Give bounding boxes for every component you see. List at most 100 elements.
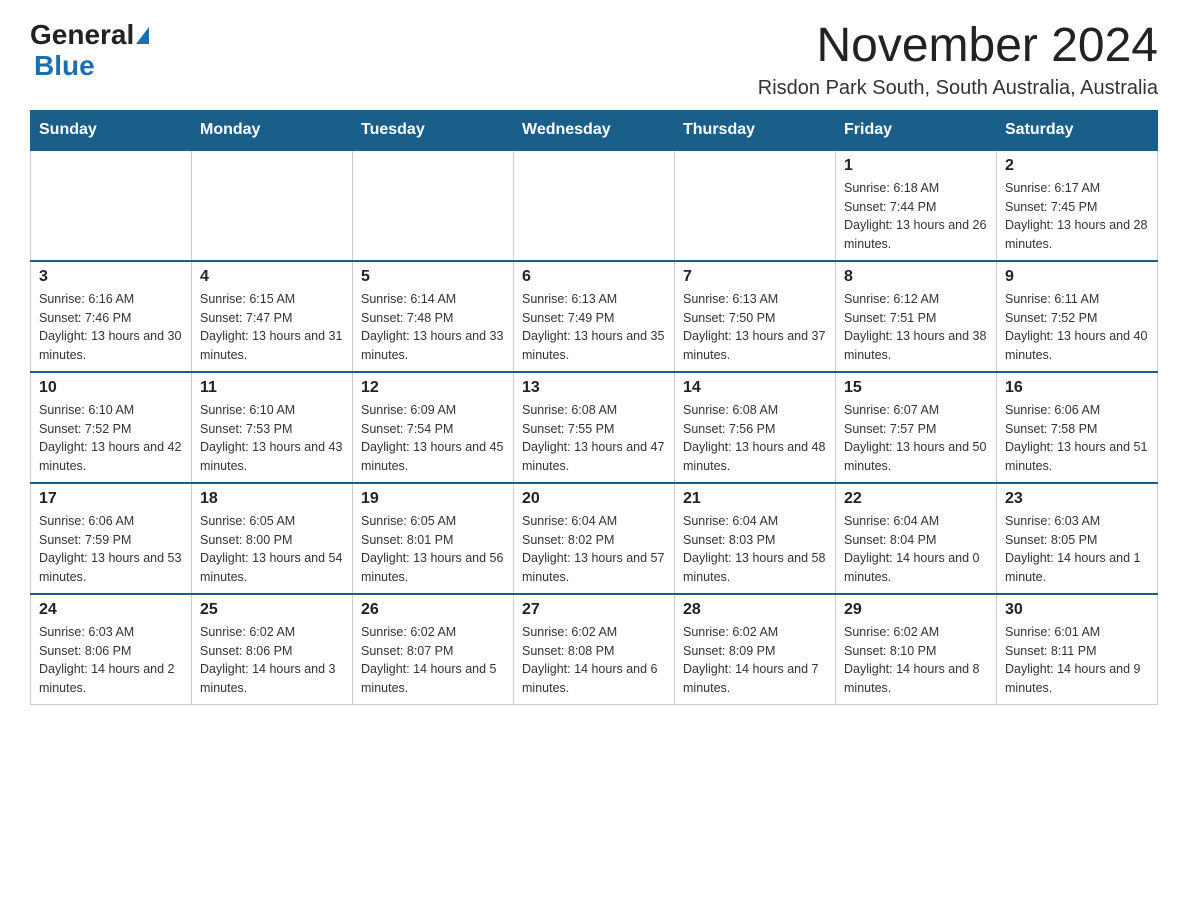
day-info: Sunrise: 6:06 AM Sunset: 7:59 PM Dayligh… — [39, 512, 183, 587]
calendar-column-header: Monday — [192, 110, 353, 150]
day-number: 15 — [844, 379, 988, 397]
calendar-week-row: 1 Sunrise: 6:18 AM Sunset: 7:44 PM Daylig… — [31, 150, 1158, 261]
calendar-day-cell: 20 Sunrise: 6:04 AM Sunset: 8:02 PM Dayli… — [514, 483, 675, 594]
day-info: Sunrise: 6:15 AM Sunset: 7:47 PM Dayligh… — [200, 290, 344, 365]
logo-triangle-icon — [136, 27, 149, 44]
day-number: 1 — [844, 157, 988, 175]
day-info: Sunrise: 6:09 AM Sunset: 7:54 PM Dayligh… — [361, 401, 505, 476]
day-info: Sunrise: 6:02 AM Sunset: 8:07 PM Dayligh… — [361, 623, 505, 698]
day-info: Sunrise: 6:08 AM Sunset: 7:56 PM Dayligh… — [683, 401, 827, 476]
calendar-column-header: Tuesday — [353, 110, 514, 150]
calendar-table: SundayMondayTuesdayWednesdayThursdayFrid… — [30, 110, 1158, 705]
day-info: Sunrise: 6:05 AM Sunset: 8:00 PM Dayligh… — [200, 512, 344, 587]
day-info: Sunrise: 6:02 AM Sunset: 8:09 PM Dayligh… — [683, 623, 827, 698]
day-info: Sunrise: 6:02 AM Sunset: 8:06 PM Dayligh… — [200, 623, 344, 698]
calendar-day-cell: 17 Sunrise: 6:06 AM Sunset: 7:59 PM Dayli… — [31, 483, 192, 594]
calendar-day-cell: 23 Sunrise: 6:03 AM Sunset: 8:05 PM Dayli… — [997, 483, 1158, 594]
calendar-day-cell: 24 Sunrise: 6:03 AM Sunset: 8:06 PM Dayli… — [31, 594, 192, 705]
month-title: November 2024 — [758, 20, 1158, 73]
calendar-day-cell: 2Sunrise: 6:17 AM Sunset: 7:45 PM Daylig… — [997, 150, 1158, 261]
calendar-day-cell: 28 Sunrise: 6:02 AM Sunset: 8:09 PM Dayli… — [675, 594, 836, 705]
calendar-week-row: 3 Sunrise: 6:16 AM Sunset: 7:46 PM Daylig… — [31, 261, 1158, 372]
day-info: Sunrise: 6:12 AM Sunset: 7:51 PM Dayligh… — [844, 290, 988, 365]
day-info: Sunrise: 6:18 AM Sunset: 7:44 PM Dayligh… — [844, 179, 988, 254]
calendar-day-cell: 19Sunrise: 6:05 AM Sunset: 8:01 PM Dayli… — [353, 483, 514, 594]
calendar-day-cell: 22Sunrise: 6:04 AM Sunset: 8:04 PM Dayli… — [836, 483, 997, 594]
day-info: Sunrise: 6:04 AM Sunset: 8:04 PM Dayligh… — [844, 512, 988, 587]
calendar-day-cell: 3 Sunrise: 6:16 AM Sunset: 7:46 PM Daylig… — [31, 261, 192, 372]
day-number: 5 — [361, 268, 505, 286]
day-number: 18 — [200, 490, 344, 508]
logo-blue-text: Blue — [30, 51, 149, 82]
calendar-column-header: Friday — [836, 110, 997, 150]
day-info: Sunrise: 6:16 AM Sunset: 7:46 PM Dayligh… — [39, 290, 183, 365]
calendar-column-header: Sunday — [31, 110, 192, 150]
calendar-day-cell: 4Sunrise: 6:15 AM Sunset: 7:47 PM Daylig… — [192, 261, 353, 372]
day-number: 25 — [200, 601, 344, 619]
calendar-day-cell: 14 Sunrise: 6:08 AM Sunset: 7:56 PM Dayli… — [675, 372, 836, 483]
calendar-day-cell — [31, 150, 192, 261]
calendar-day-cell: 16Sunrise: 6:06 AM Sunset: 7:58 PM Dayli… — [997, 372, 1158, 483]
calendar-day-cell: 21Sunrise: 6:04 AM Sunset: 8:03 PM Dayli… — [675, 483, 836, 594]
day-number: 7 — [683, 268, 827, 286]
logo-general-text: General — [30, 20, 134, 51]
calendar-day-cell: 5Sunrise: 6:14 AM Sunset: 7:48 PM Daylig… — [353, 261, 514, 372]
calendar-day-cell — [514, 150, 675, 261]
title-area: November 2024 Risdon Park South, South A… — [758, 20, 1158, 100]
calendar-day-cell: 18 Sunrise: 6:05 AM Sunset: 8:00 PM Dayli… — [192, 483, 353, 594]
day-info: Sunrise: 6:13 AM Sunset: 7:49 PM Dayligh… — [522, 290, 666, 365]
calendar-week-row: 17 Sunrise: 6:06 AM Sunset: 7:59 PM Dayli… — [31, 483, 1158, 594]
day-info: Sunrise: 6:10 AM Sunset: 7:52 PM Dayligh… — [39, 401, 183, 476]
day-info: Sunrise: 6:13 AM Sunset: 7:50 PM Dayligh… — [683, 290, 827, 365]
day-number: 9 — [1005, 268, 1149, 286]
page-header: General Blue November 2024 Risdon Park S… — [30, 20, 1158, 100]
calendar-day-cell: 13Sunrise: 6:08 AM Sunset: 7:55 PM Dayli… — [514, 372, 675, 483]
day-info: Sunrise: 6:03 AM Sunset: 8:06 PM Dayligh… — [39, 623, 183, 698]
calendar-day-cell — [353, 150, 514, 261]
day-number: 29 — [844, 601, 988, 619]
calendar-day-cell: 11Sunrise: 6:10 AM Sunset: 7:53 PM Dayli… — [192, 372, 353, 483]
day-number: 14 — [683, 379, 827, 397]
day-number: 27 — [522, 601, 666, 619]
day-number: 17 — [39, 490, 183, 508]
day-number: 30 — [1005, 601, 1149, 619]
calendar-day-cell: 9 Sunrise: 6:11 AM Sunset: 7:52 PM Daylig… — [997, 261, 1158, 372]
day-info: Sunrise: 6:11 AM Sunset: 7:52 PM Dayligh… — [1005, 290, 1149, 365]
day-number: 3 — [39, 268, 183, 286]
day-info: Sunrise: 6:17 AM Sunset: 7:45 PM Dayligh… — [1005, 179, 1149, 254]
calendar-day-cell: 27 Sunrise: 6:02 AM Sunset: 8:08 PM Dayli… — [514, 594, 675, 705]
day-number: 12 — [361, 379, 505, 397]
day-info: Sunrise: 6:08 AM Sunset: 7:55 PM Dayligh… — [522, 401, 666, 476]
day-number: 19 — [361, 490, 505, 508]
calendar-week-row: 10 Sunrise: 6:10 AM Sunset: 7:52 PM Dayli… — [31, 372, 1158, 483]
day-number: 28 — [683, 601, 827, 619]
location-subtitle: Risdon Park South, South Australia, Aust… — [758, 77, 1158, 100]
day-number: 8 — [844, 268, 988, 286]
calendar-day-cell: 29 Sunrise: 6:02 AM Sunset: 8:10 PM Dayli… — [836, 594, 997, 705]
day-info: Sunrise: 6:04 AM Sunset: 8:02 PM Dayligh… — [522, 512, 666, 587]
calendar-week-row: 24 Sunrise: 6:03 AM Sunset: 8:06 PM Dayli… — [31, 594, 1158, 705]
calendar-day-cell: 30 Sunrise: 6:01 AM Sunset: 8:11 PM Dayli… — [997, 594, 1158, 705]
calendar-day-cell: 1 Sunrise: 6:18 AM Sunset: 7:44 PM Daylig… — [836, 150, 997, 261]
calendar-day-cell: 7 Sunrise: 6:13 AM Sunset: 7:50 PM Daylig… — [675, 261, 836, 372]
day-info: Sunrise: 6:02 AM Sunset: 8:08 PM Dayligh… — [522, 623, 666, 698]
day-info: Sunrise: 6:02 AM Sunset: 8:10 PM Dayligh… — [844, 623, 988, 698]
calendar-day-cell — [192, 150, 353, 261]
day-info: Sunrise: 6:06 AM Sunset: 7:58 PM Dayligh… — [1005, 401, 1149, 476]
day-number: 24 — [39, 601, 183, 619]
calendar-column-header: Saturday — [997, 110, 1158, 150]
day-info: Sunrise: 6:03 AM Sunset: 8:05 PM Dayligh… — [1005, 512, 1149, 587]
day-number: 20 — [522, 490, 666, 508]
calendar-day-cell: 25 Sunrise: 6:02 AM Sunset: 8:06 PM Dayli… — [192, 594, 353, 705]
logo: General Blue — [30, 20, 149, 82]
calendar-day-cell: 6Sunrise: 6:13 AM Sunset: 7:49 PM Daylig… — [514, 261, 675, 372]
calendar-day-cell — [675, 150, 836, 261]
calendar-day-cell: 12 Sunrise: 6:09 AM Sunset: 7:54 PM Dayli… — [353, 372, 514, 483]
day-number: 23 — [1005, 490, 1149, 508]
day-number: 10 — [39, 379, 183, 397]
day-info: Sunrise: 6:01 AM Sunset: 8:11 PM Dayligh… — [1005, 623, 1149, 698]
calendar-day-cell: 10 Sunrise: 6:10 AM Sunset: 7:52 PM Dayli… — [31, 372, 192, 483]
day-info: Sunrise: 6:04 AM Sunset: 8:03 PM Dayligh… — [683, 512, 827, 587]
calendar-column-header: Wednesday — [514, 110, 675, 150]
calendar-day-cell: 15Sunrise: 6:07 AM Sunset: 7:57 PM Dayli… — [836, 372, 997, 483]
